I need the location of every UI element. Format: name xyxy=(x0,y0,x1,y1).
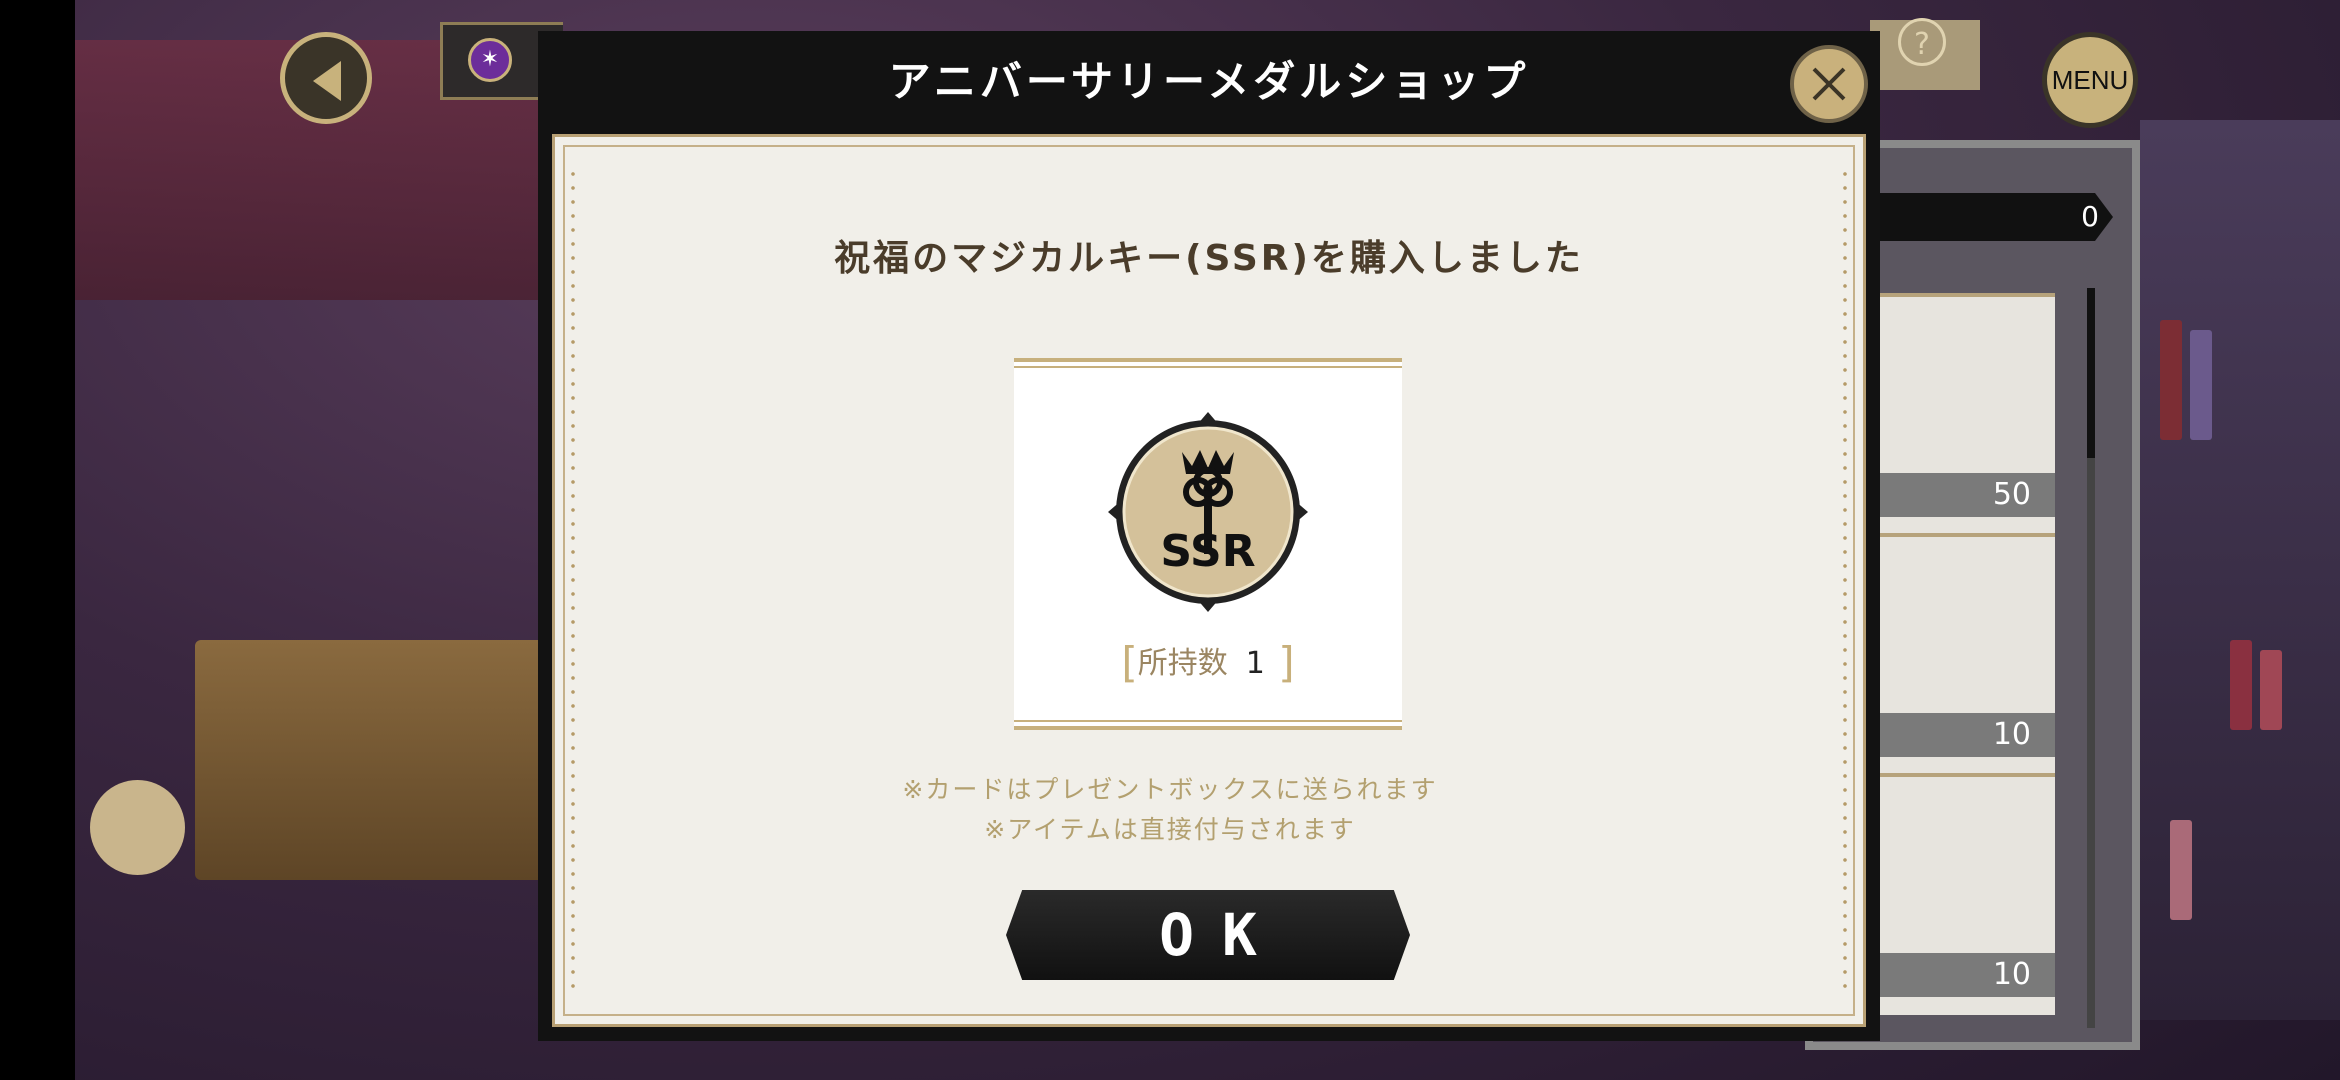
ok-button-label: OK xyxy=(1159,901,1285,969)
dotted-border-left xyxy=(571,167,575,994)
bookshelf-decoration xyxy=(2140,120,2340,1020)
help-button[interactable]: ? xyxy=(1898,18,1946,66)
svg-text:SSR: SSR xyxy=(1160,526,1255,577)
card-border-bottom xyxy=(1014,720,1402,730)
ok-button[interactable]: OK xyxy=(1006,890,1410,980)
owned-value: 1 xyxy=(1245,646,1265,681)
list-scrollbar[interactable] xyxy=(2087,288,2095,1028)
purchased-item-card: SSR [所持数 1 ] xyxy=(1014,358,1402,730)
owned-count: [所持数 1 ] xyxy=(1121,638,1295,687)
note-item-direct: ※アイテムは直接付与されます xyxy=(984,815,1356,844)
dialog-title: アニバーサリーメダルショップ xyxy=(888,57,1530,106)
back-arrow-icon xyxy=(313,61,341,101)
gem-icon: ✶ xyxy=(468,38,512,82)
note-present-box: ※カードはプレゼントボックスに送られます xyxy=(902,775,1438,804)
purchase-message: 祝福のマジカルキー(SSR)を購入しました xyxy=(834,238,1584,279)
card-border-top xyxy=(1014,358,1402,368)
menu-button[interactable]: MENU xyxy=(2042,32,2138,128)
owned-label: 所持数 xyxy=(1137,646,1228,681)
dotted-border-right xyxy=(1843,167,1847,994)
close-button[interactable] xyxy=(1790,45,1868,123)
ssr-magical-key-icon: SSR xyxy=(1104,408,1312,620)
back-button[interactable] xyxy=(280,32,372,124)
close-icon xyxy=(1812,67,1846,101)
